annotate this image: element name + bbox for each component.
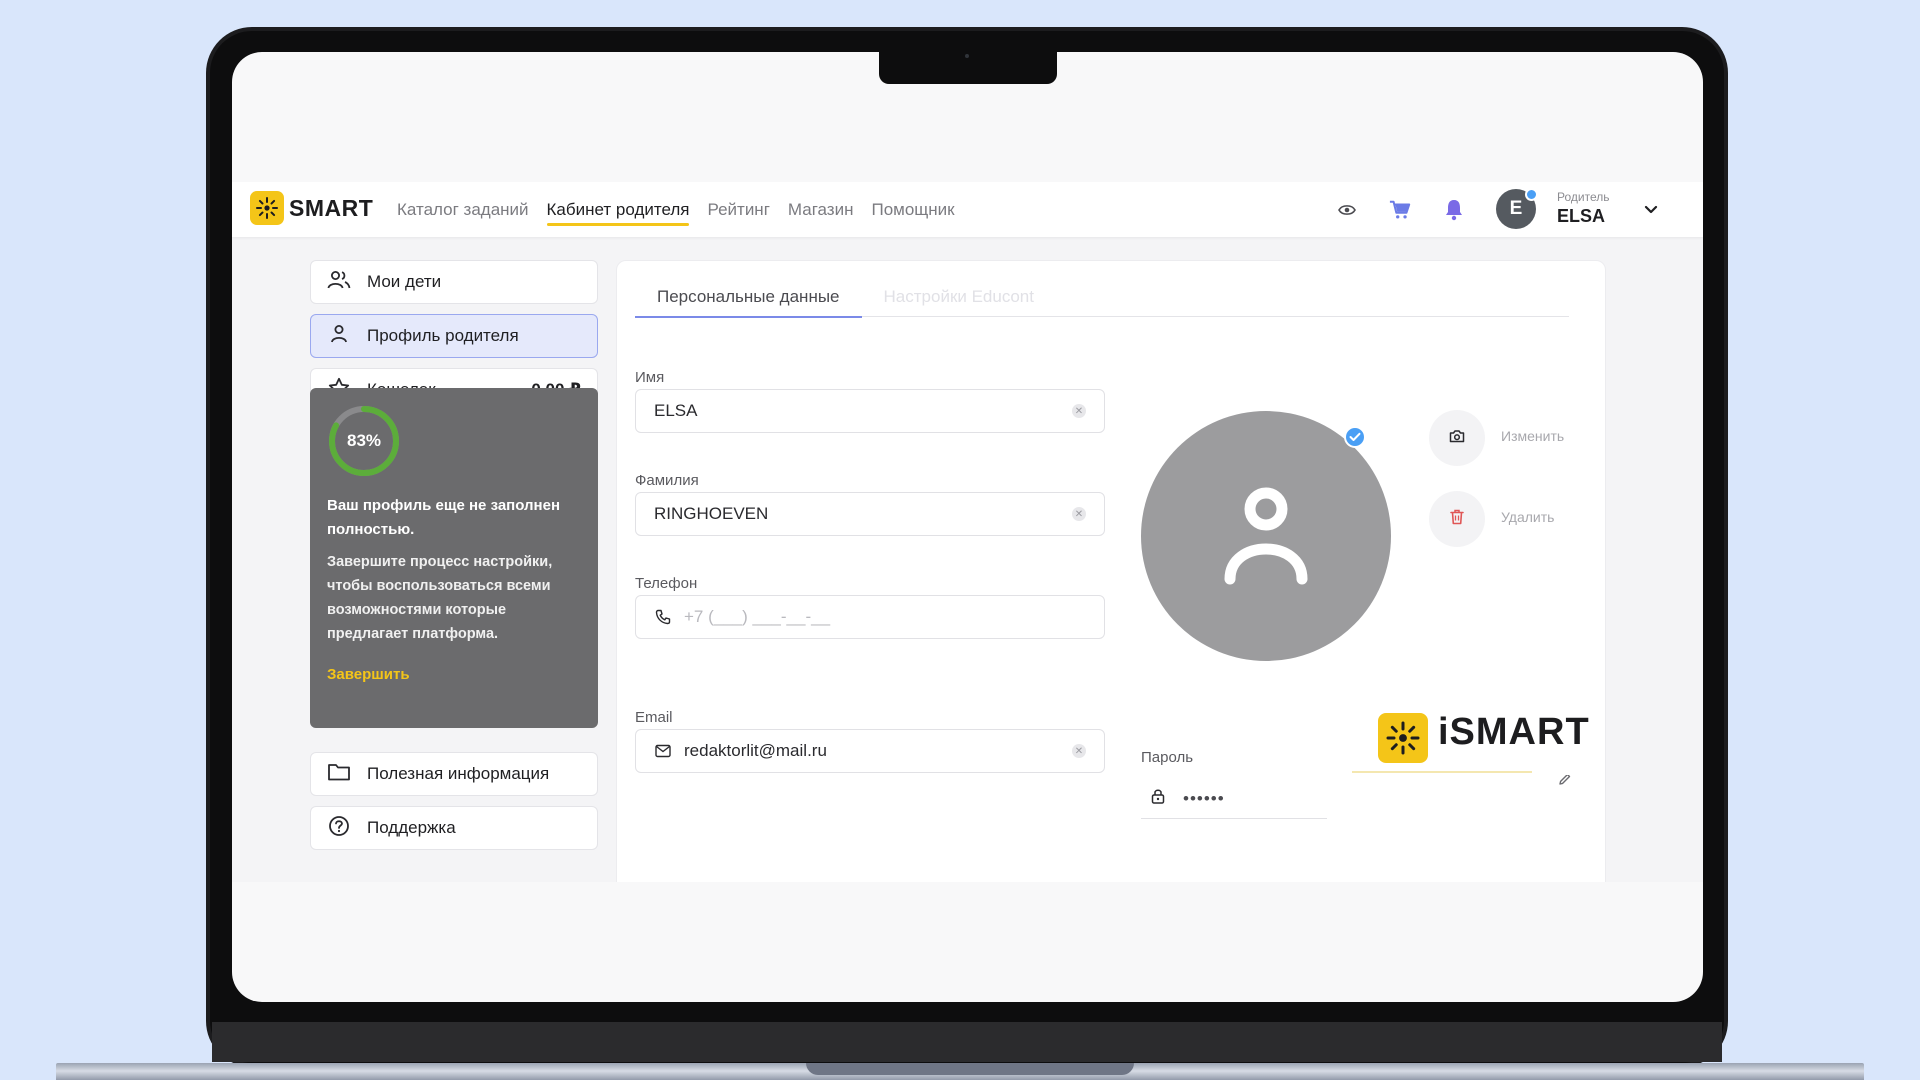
progress-percent: 83% — [346, 431, 382, 450]
laptop-base-notch — [806, 1063, 1134, 1075]
sidebar-item-my-children[interactable]: Мои дети — [310, 260, 598, 304]
change-photo-label[interactable]: Изменить — [1501, 428, 1564, 444]
camera-icon — [1449, 429, 1465, 448]
cart-icon[interactable] — [1389, 199, 1411, 221]
phone-placeholder: +7 (___) ___-__-__ — [684, 607, 831, 626]
email-label: Email — [635, 709, 673, 726]
top-header: SMART Каталог заданий Кабинет родителя Р… — [232, 182, 1703, 237]
brand-tile-text: iSMART — [1438, 711, 1590, 753]
sidebar-item-label: Профиль родителя — [367, 326, 519, 345]
delete-photo-button[interactable] — [1429, 491, 1485, 547]
profile-tabs: Персональные данные Настройки Educont — [635, 279, 1569, 318]
mail-icon — [654, 742, 672, 760]
help-icon — [327, 815, 351, 842]
users-icon — [327, 269, 351, 296]
verified-check-icon — [1344, 426, 1366, 448]
bell-icon[interactable] — [1443, 199, 1465, 221]
first-name-label: Имя — [635, 369, 665, 386]
phone-field[interactable]: +7 (___) ___-__-__ — [635, 595, 1105, 639]
password-field[interactable]: •••••• — [1141, 779, 1327, 819]
phone-icon — [654, 608, 672, 626]
first-name-field[interactable]: ELSA ✕ — [635, 389, 1105, 433]
nav-item-assistant[interactable]: Помощник — [871, 194, 954, 226]
clear-icon[interactable]: ✕ — [1072, 744, 1086, 758]
chevron-down-icon[interactable] — [1644, 202, 1658, 220]
change-photo-button[interactable] — [1429, 410, 1485, 466]
nav-item-shop[interactable]: Магазин — [788, 194, 854, 226]
user-name: ELSA — [1557, 206, 1606, 226]
verified-badge-icon — [1525, 188, 1538, 201]
password-value: •••••• — [1183, 788, 1225, 808]
password-label: Пароль — [1141, 749, 1194, 766]
nav-item-rating[interactable]: Рейтинг — [707, 194, 769, 226]
progress-ring: 83% — [327, 404, 401, 478]
sidebar-item-label: Мои дети — [367, 272, 442, 291]
camera-notch — [879, 52, 1057, 84]
clear-icon[interactable]: ✕ — [1072, 507, 1086, 521]
person-placeholder-icon — [1224, 487, 1308, 585]
clear-icon[interactable]: ✕ — [1072, 404, 1086, 418]
tab-personal-data[interactable]: Персональные данные — [635, 279, 862, 318]
avatar[interactable]: E — [1496, 188, 1538, 229]
brand-tile: iSMART — [1328, 687, 1600, 775]
sun-logo-icon — [1378, 713, 1428, 763]
email-field[interactable]: redaktorlit@mail.ru ✕ — [635, 729, 1105, 773]
tab-educont-settings[interactable]: Настройки Educont — [862, 279, 1056, 317]
camera-icon — [965, 54, 969, 58]
last-name-label: Фамилия — [635, 472, 699, 489]
main-nav: Каталог заданий Кабинет родителя Рейтинг… — [397, 182, 955, 237]
brand-tile-underline — [1352, 771, 1532, 773]
delete-photo-label[interactable]: Удалить — [1501, 509, 1554, 525]
laptop-hinge — [212, 1022, 1722, 1062]
sun-logo-icon — [250, 191, 284, 225]
nav-item-parent-cabinet[interactable]: Кабинет родителя — [546, 194, 689, 226]
folder-icon — [327, 761, 351, 788]
promo-title: Ваш профиль еще не заполнен полностью. — [327, 497, 561, 538]
finish-setup-link[interactable]: Завершить — [327, 666, 581, 683]
profile-photo — [1141, 411, 1391, 661]
sidebar-item-parent-profile[interactable]: Профиль родителя — [310, 314, 598, 358]
user-icon — [327, 323, 351, 350]
email-value: redaktorlit@mail.ru — [684, 741, 827, 760]
sidebar-item-useful-info[interactable]: Полезная информация — [310, 752, 598, 796]
eye-icon[interactable] — [1336, 199, 1358, 221]
last-name-value: RINGHOEVEN — [654, 504, 769, 523]
first-name-value: ELSA — [654, 401, 698, 420]
sidebar-item-support[interactable]: Поддержка — [310, 806, 598, 850]
sidebar-item-label: Поддержка — [367, 818, 456, 837]
profile-card: Персональные данные Настройки Educont Им… — [616, 260, 1606, 882]
laptop-screen: SMART Каталог заданий Кабинет родителя Р… — [232, 52, 1703, 1002]
user-role: Родитель — [1557, 190, 1610, 204]
logo-text: SMART — [289, 194, 374, 221]
lock-icon — [1151, 788, 1165, 809]
trash-icon — [1450, 509, 1464, 530]
nav-item-catalog[interactable]: Каталог заданий — [397, 194, 529, 226]
app-viewport: SMART Каталог заданий Кабинет родителя Р… — [232, 182, 1703, 882]
background-card: SMART Каталог заданий Кабинет родителя Р… — [0, 0, 1920, 1080]
profile-completion-card: 83% Ваш профиль еще не заполнен полность… — [310, 388, 598, 728]
logo[interactable]: SMART — [250, 191, 373, 225]
promo-text: Завершите процесс настройки, чтобы воспо… — [327, 554, 553, 642]
avatar-initial: E — [1509, 198, 1523, 219]
sidebar-item-label: Полезная информация — [367, 764, 550, 783]
phone-label: Телефон — [635, 575, 698, 592]
last-name-field[interactable]: RINGHOEVEN ✕ — [635, 492, 1105, 536]
